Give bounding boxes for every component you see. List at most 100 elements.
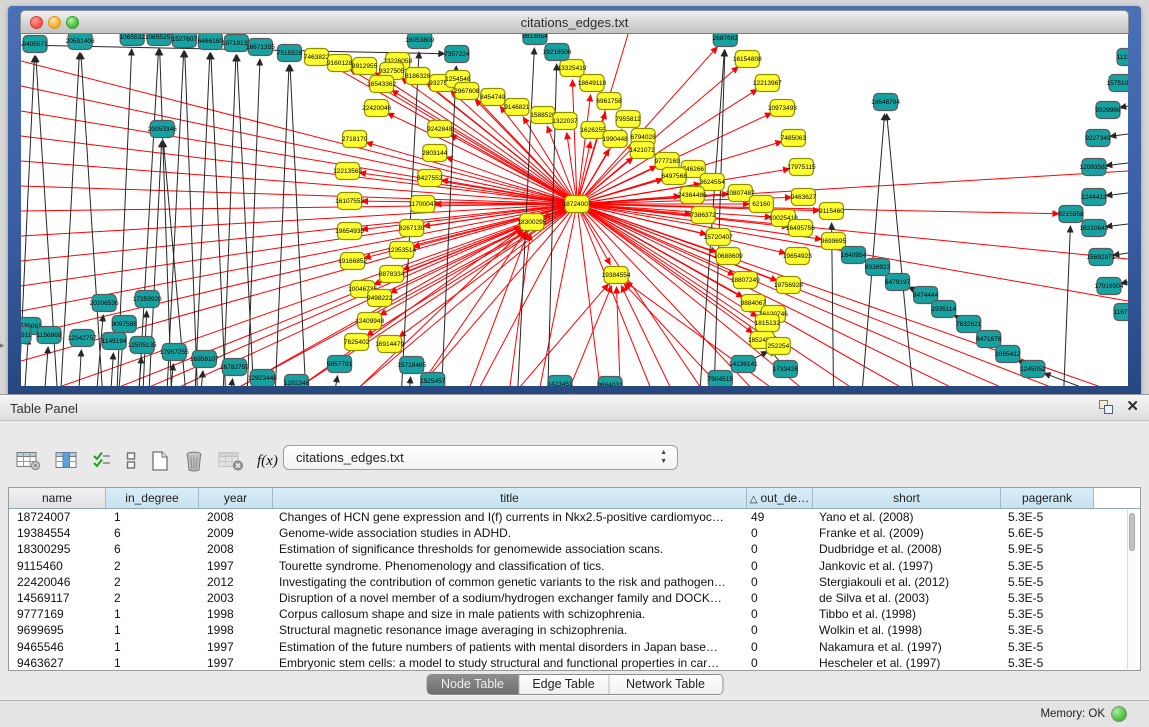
network-node[interactable]: 12505135 [128, 337, 157, 354]
network-node[interactable]: 7515526 [277, 45, 303, 62]
network-node[interactable]: 12213967 [753, 75, 782, 92]
network-node[interactable]: 8267130 [399, 220, 425, 237]
network-node[interactable]: 12353514 [387, 242, 416, 259]
network-node[interactable]: 2803144 [422, 145, 448, 162]
network-node[interactable]: 1292346 [284, 375, 310, 387]
column-header-name[interactable]: name [9, 488, 106, 508]
network-node[interactable]: 10655257 [145, 34, 174, 46]
function-builder-icon[interactable]: f(x) [257, 453, 278, 470]
network-node[interactable]: 1423451 [547, 376, 573, 387]
network-node[interactable]: 16782759 [220, 359, 249, 376]
network-node[interactable]: 16210643 [1079, 220, 1108, 237]
network-node[interactable]: 8912955 [352, 58, 378, 75]
network-node[interactable]: 8878334 [379, 266, 405, 283]
network-node[interactable]: 7625402 [344, 334, 370, 351]
network-node[interactable]: 62160 [749, 196, 773, 213]
network-node[interactable]: 16958107 [190, 351, 219, 368]
tab-node-table[interactable]: Node Table [427, 675, 518, 694]
network-node[interactable]: 16107552 [335, 193, 364, 210]
column-header-title[interactable]: title [273, 488, 747, 508]
network-node[interactable]: 17016504 [1094, 278, 1123, 295]
network-node[interactable]: 7485063 [781, 130, 807, 147]
network-node[interactable]: 9160128 [327, 55, 353, 72]
network-node[interactable]: 3915911 [21, 327, 32, 344]
network-node[interactable]: 8215958 [1058, 206, 1084, 223]
network-node[interactable]: 9115460 [819, 203, 844, 220]
row-height-icon[interactable] [125, 451, 137, 471]
network-node[interactable]: 8186328 [405, 68, 431, 85]
network-node[interactable]: 16648784 [871, 94, 900, 111]
network-node[interactable]: 15718485 [397, 357, 426, 374]
delete-table-icon[interactable] [218, 451, 244, 471]
network-node[interactable]: 10973493 [768, 100, 797, 117]
network-node[interactable]: 1640954 [841, 247, 867, 264]
column-header-year[interactable]: year [199, 488, 273, 508]
network-node[interactable]: 1733426 [773, 361, 799, 378]
table-row[interactable]: 1938455462009Genome-wide association stu… [9, 525, 1140, 541]
table-row[interactable]: 977716911998Corpus callosum shape and si… [9, 606, 1140, 622]
network-node[interactable]: 2718170 [342, 131, 368, 148]
network-node[interactable]: 16671355 [246, 39, 275, 56]
network-node[interactable]: 20053346 [148, 121, 177, 138]
network-node[interactable]: 6479197 [885, 274, 911, 291]
network-node[interactable]: 6961758 [596, 93, 622, 110]
network-node[interactable]: 19654935 [335, 223, 364, 240]
network-node[interactable]: 16053809 [405, 34, 434, 49]
network-node[interactable]: 20591406 [66, 34, 95, 50]
network-node[interactable]: 16154808 [733, 51, 762, 68]
network-node[interactable]: 14136141 [729, 356, 758, 373]
column-chooser-icon[interactable] [55, 451, 79, 471]
network-node[interactable]: 17957255 [160, 344, 189, 361]
network-node[interactable]: 12093582 [1079, 159, 1108, 176]
network-node[interactable]: 7386372 [691, 207, 717, 224]
network-node[interactable]: 6466160 [198, 34, 224, 50]
network-node[interactable]: 12409948 [355, 313, 384, 330]
network-node[interactable]: 19218506 [542, 44, 571, 61]
network-node[interactable]: 7463822 [304, 49, 330, 66]
network-node[interactable]: 16914479 [375, 336, 404, 353]
network-node[interactable]: 1322037 [552, 113, 578, 130]
network-node[interactable]: 1167533 [1114, 304, 1128, 321]
network-node[interactable]: 10688609 [714, 248, 743, 265]
network-node[interactable]: 9097588 [112, 316, 138, 333]
network-node[interactable]: 7955812 [615, 111, 641, 128]
table-settings-icon[interactable] [16, 451, 42, 471]
network-node[interactable]: 18807249 [731, 272, 760, 289]
network-node[interactable]: 1815132 [755, 315, 781, 332]
column-header-in_degree[interactable]: in_degree [106, 488, 199, 508]
network-node[interactable]: 16543362 [367, 76, 396, 93]
network-node[interactable]: 1990448 [602, 131, 628, 148]
tab-network-table[interactable]: Network Table [608, 675, 722, 694]
network-node[interactable]: 8938923 [865, 259, 891, 276]
memory-status-indicator[interactable] [1111, 706, 1127, 722]
network-node[interactable]: 8454749 [480, 89, 506, 106]
network-node[interactable]: 9864032 [597, 377, 623, 387]
column-header-out_de[interactable]: △out_de… [747, 488, 813, 508]
network-node[interactable]: 15720407 [704, 229, 733, 246]
network-node[interactable]: 1065412 [995, 346, 1021, 363]
network-node[interactable]: 2687682 [713, 34, 739, 47]
network-node[interactable]: 20206536 [90, 295, 119, 312]
network-node[interactable]: 9146821 [504, 99, 530, 116]
network-node[interactable]: 15751074 [1107, 75, 1128, 92]
close-panel-icon[interactable]: ✕ [1126, 399, 1139, 415]
hidden-panel-arrow-icon[interactable]: ▸ [0, 340, 5, 351]
network-node[interactable]: 12923448 [248, 370, 277, 387]
float-window-icon[interactable] [1098, 399, 1114, 415]
network-node[interactable]: 1156869 [37, 327, 62, 344]
network-node[interactable]: 9405571 [22, 36, 48, 53]
network-node[interactable]: 8471676 [976, 331, 1002, 348]
network-node[interactable]: 19166852 [338, 253, 367, 270]
network-node[interactable]: 252254 [766, 338, 790, 355]
network-node[interactable]: 7904515 [708, 371, 734, 387]
select-all-icon[interactable] [92, 451, 112, 471]
network-node[interactable]: 7632621 [956, 316, 982, 333]
network-node[interactable]: 19756928 [774, 277, 803, 294]
network-node[interactable]: 16495756 [786, 220, 815, 237]
network-node[interactable]: 7357224 [444, 46, 470, 63]
network-canvas[interactable]: 1872400718300295746382291601288912955232… [21, 34, 1128, 386]
new-file-icon[interactable] [150, 450, 170, 472]
scrollbar-thumb[interactable] [1129, 513, 1135, 551]
network-node[interactable]: 8813054 [522, 34, 548, 45]
column-header-pagerank[interactable]: pagerank [1001, 488, 1094, 508]
